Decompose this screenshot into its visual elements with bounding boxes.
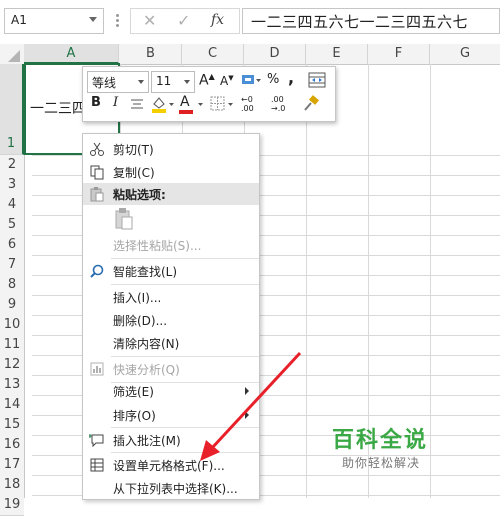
- row-header-19[interactable]: 19: [0, 495, 24, 516]
- watermark-subtitle: 助你轻松解决: [342, 456, 421, 470]
- watermark-title: 百科全说: [332, 428, 429, 453]
- watermark-logo: 百科全说 助你轻松解决: [330, 420, 500, 498]
